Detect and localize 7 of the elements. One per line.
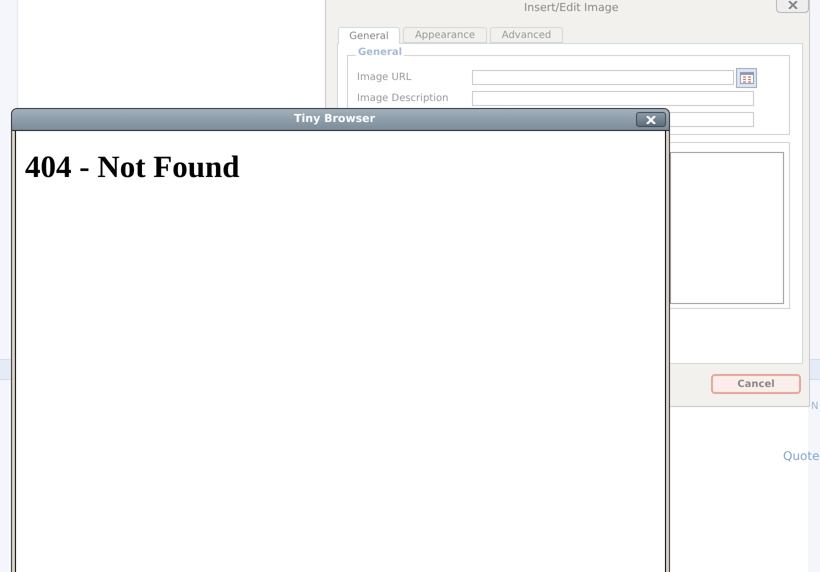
page-heading: 404 - Not Found: [24, 148, 240, 182]
fieldset-legend: General: [356, 48, 404, 58]
dialog-title: Insert/Edit Image: [524, 0, 619, 16]
window-title: Tiny Browser: [294, 113, 376, 124]
field-label: Image Description: [357, 92, 450, 106]
cut-text: N: [811, 402, 818, 412]
field-label: Image URL: [357, 71, 412, 85]
